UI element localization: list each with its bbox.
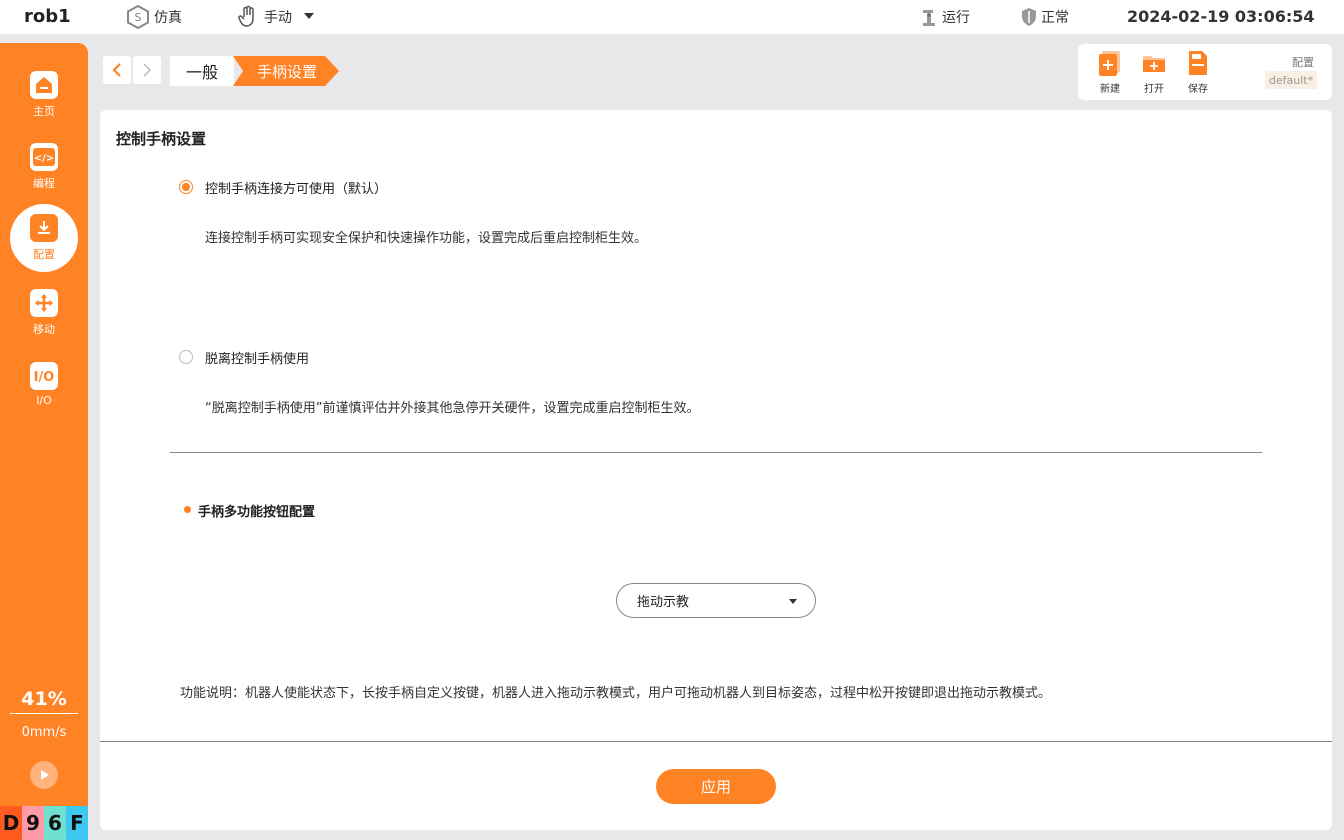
svg-text:I/O: I/O (34, 370, 55, 385)
option2-radio[interactable] (179, 350, 193, 364)
manual-label: 手动 (264, 10, 292, 26)
chevron-down-icon (304, 13, 314, 19)
simulation-mode[interactable]: S 仿真 (126, 4, 182, 30)
function-description: 功能说明：机器人使能状态下，长按手柄自定义按键，机器人进入拖动示教模式，用户可拖… (180, 686, 1052, 701)
section-title: 控制手柄设置 (116, 130, 207, 148)
option1-label[interactable]: 控制手柄连接方可使用（默认） (205, 178, 387, 197)
safety-status: 正常 (1021, 4, 1069, 30)
sidebar-item-label: 移动 (33, 323, 55, 336)
sidebar-item-move[interactable]: 移动 (0, 279, 88, 347)
robot-arm-icon (923, 10, 935, 26)
function-select[interactable]: 拖动示教 (616, 583, 816, 618)
version-char: 9 (22, 806, 44, 840)
bullet-dot (184, 506, 191, 513)
chevron-right-icon (143, 63, 152, 77)
robot-name: rob1 (24, 6, 71, 27)
sidebar-item-home[interactable]: 主页 (0, 61, 88, 129)
chevron-left-icon (112, 63, 121, 77)
sidebar-item-programming[interactable]: </> 编程 (0, 133, 88, 201)
manual-mode-dropdown[interactable]: 手动 (236, 4, 324, 30)
new-button[interactable]: 新建 (1092, 50, 1128, 95)
sidebar-item-config[interactable]: 配置 (10, 204, 78, 272)
option1-radio[interactable] (179, 180, 193, 194)
back-button[interactable] (103, 56, 131, 84)
divider (170, 452, 1262, 453)
svg-text:S: S (135, 11, 142, 24)
move-icon (30, 289, 58, 317)
caret-down-icon (789, 599, 797, 604)
new-label: 新建 (1100, 84, 1120, 95)
version-indicator: D 9 6 F (0, 806, 88, 840)
divider (100, 741, 1332, 742)
open-folder-icon (1143, 56, 1165, 72)
code-icon: </> (30, 143, 58, 171)
new-file-icon (1099, 51, 1120, 76)
version-char: D (0, 806, 22, 840)
save-button[interactable]: 保存 (1180, 50, 1216, 95)
version-char: 6 (44, 806, 66, 840)
breadcrumb-general[interactable]: 一般 (170, 56, 234, 86)
option1-description: 连接控制手柄可实现安全保护和快速操作功能，设置完成后重启控制柜生效。 (205, 231, 648, 246)
play-button[interactable] (30, 761, 58, 789)
option2-label[interactable]: 脱离控制手柄使用 (205, 348, 309, 367)
speed-percent[interactable]: 41% (10, 688, 78, 714)
shield-icon (1022, 8, 1036, 26)
sidebar: 主页 </> 编程 配置 移动 I/O I/O 41% 0mm/s D 9 6 … (0, 43, 88, 840)
hand-icon (238, 5, 254, 27)
sidebar-item-label: 编程 (33, 177, 55, 190)
sidebar-item-label: 主页 (33, 105, 55, 118)
open-label: 打开 (1144, 84, 1164, 95)
sidebar-item-io[interactable]: I/O I/O (0, 350, 88, 418)
svg-text:</>: </> (34, 153, 54, 164)
open-button[interactable]: 打开 (1136, 50, 1172, 95)
safety-status-label: 正常 (1041, 10, 1069, 26)
save-label: 保存 (1188, 84, 1208, 95)
forward-button[interactable] (133, 56, 161, 84)
select-value: 拖动示教 (637, 595, 690, 610)
version-char: F (66, 806, 88, 840)
top-bar: rob1 S 仿真 手动 运行 正常 2024-02-19 03:06:54 (0, 0, 1344, 34)
option2-description: “脱离控制手柄使用”前谨慎评估并外接其他急停开关硬件，设置完成重启控制柜生效。 (205, 401, 700, 416)
speed-value: 0mm/s (21, 725, 67, 740)
config-icon (30, 214, 58, 242)
play-icon (41, 770, 49, 780)
io-icon: I/O (30, 361, 58, 390)
sidebar-item-label: 配置 (33, 248, 55, 261)
run-status-label: 运行 (942, 10, 970, 26)
sidebar-item-label: I/O (36, 393, 52, 407)
breadcrumb-handle-settings[interactable]: 手柄设置 (233, 56, 339, 86)
datetime: 2024-02-19 03:06:54 (1127, 7, 1315, 26)
file-panel: 新建 打开 保存 配置 default* (1078, 44, 1332, 100)
apply-button[interactable]: 应用 (656, 769, 776, 804)
simulation-icon: S (127, 5, 149, 29)
simulation-label: 仿真 (154, 10, 182, 26)
sub-title: 手柄多功能按钮配置 (198, 505, 316, 520)
config-name[interactable]: default* (1265, 71, 1317, 89)
save-icon (1189, 51, 1207, 75)
config-label: 配置 (1292, 56, 1314, 69)
home-icon (30, 71, 58, 99)
run-status: 运行 (920, 4, 970, 30)
main-content: 控制手柄设置 控制手柄连接方可使用（默认） 连接控制手柄可实现安全保护和快速操作… (100, 110, 1332, 830)
